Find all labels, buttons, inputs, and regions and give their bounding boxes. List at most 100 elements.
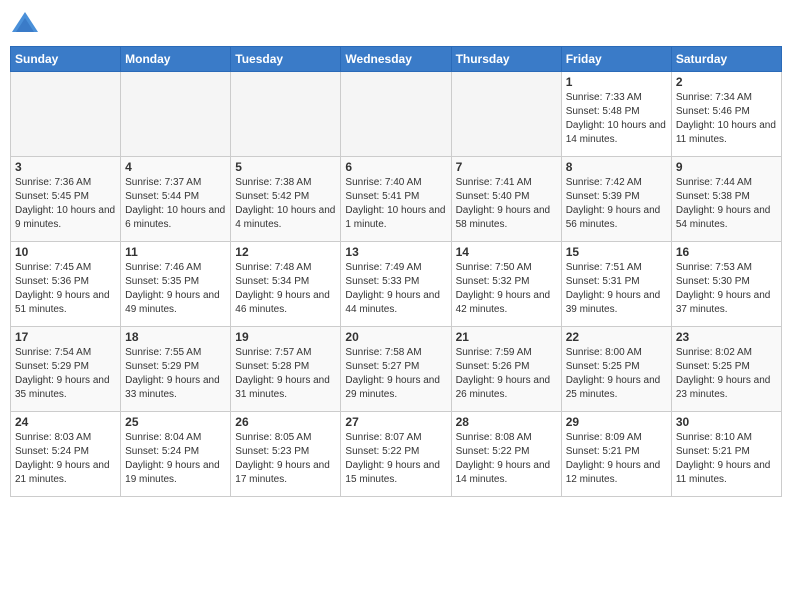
day-info: Sunrise: 8:02 AM Sunset: 5:25 PM Dayligh… bbox=[676, 346, 777, 402]
calendar-cell: 29Sunrise: 8:09 AM Sunset: 5:21 PM Dayli… bbox=[561, 412, 671, 497]
day-number: 19 bbox=[235, 330, 336, 344]
calendar-cell: 16Sunrise: 7:53 AM Sunset: 5:30 PM Dayli… bbox=[671, 242, 781, 327]
day-number: 17 bbox=[15, 330, 116, 344]
calendar-cell: 8 Sunrise: 7:42 AM Sunset: 5:39 PM Daylig… bbox=[561, 157, 671, 242]
calendar-cell: 13 Sunrise: 7:49 AM Sunset: 5:33 PM Dayli… bbox=[341, 242, 451, 327]
calendar-week-2: 3 Sunrise: 7:36 AM Sunset: 5:45 PM Daylig… bbox=[11, 157, 782, 242]
day-number: 25 bbox=[125, 415, 226, 429]
calendar-cell: 17 Sunrise: 7:54 AM Sunset: 5:29 PM Dayli… bbox=[11, 327, 121, 412]
day-number: 24 bbox=[15, 415, 116, 429]
calendar-cell: 26 Sunrise: 8:05 AM Sunset: 5:23 PM Dayli… bbox=[231, 412, 341, 497]
day-info: Sunrise: 7:33 AM Sunset: 5:48 PM Dayligh… bbox=[566, 91, 667, 147]
calendar-table: SundayMondayTuesdayWednesdayThursdayFrid… bbox=[10, 46, 782, 497]
day-info: Sunrise: 7:41 AM Sunset: 5:40 PM Dayligh… bbox=[456, 176, 557, 232]
day-number: 10 bbox=[15, 245, 116, 259]
calendar-week-4: 17 Sunrise: 7:54 AM Sunset: 5:29 PM Dayli… bbox=[11, 327, 782, 412]
calendar-cell: 27 Sunrise: 8:07 AM Sunset: 5:22 PM Dayli… bbox=[341, 412, 451, 497]
day-info: Sunrise: 8:08 AM Sunset: 5:22 PM Dayligh… bbox=[456, 431, 557, 487]
day-info: Sunrise: 8:10 AM Sunset: 5:21 PM Dayligh… bbox=[676, 431, 777, 487]
calendar-week-5: 24 Sunrise: 8:03 AM Sunset: 5:24 PM Dayli… bbox=[11, 412, 782, 497]
day-info: Sunrise: 7:40 AM Sunset: 5:41 PM Dayligh… bbox=[345, 176, 446, 232]
day-info: Sunrise: 7:34 AM Sunset: 5:46 PM Dayligh… bbox=[676, 91, 777, 147]
calendar-cell: 11 Sunrise: 7:46 AM Sunset: 5:35 PM Dayli… bbox=[121, 242, 231, 327]
calendar-cell bbox=[11, 72, 121, 157]
day-number: 7 bbox=[456, 160, 557, 174]
day-number: 22 bbox=[566, 330, 667, 344]
day-info: Sunrise: 8:03 AM Sunset: 5:24 PM Dayligh… bbox=[15, 431, 116, 487]
logo[interactable] bbox=[10, 10, 44, 40]
calendar-cell: 24 Sunrise: 8:03 AM Sunset: 5:24 PM Dayli… bbox=[11, 412, 121, 497]
day-number: 13 bbox=[345, 245, 446, 259]
day-number: 12 bbox=[235, 245, 336, 259]
calendar-cell: 2 Sunrise: 7:34 AM Sunset: 5:46 PM Daylig… bbox=[671, 72, 781, 157]
day-info: Sunrise: 7:54 AM Sunset: 5:29 PM Dayligh… bbox=[15, 346, 116, 402]
day-info: Sunrise: 7:44 AM Sunset: 5:38 PM Dayligh… bbox=[676, 176, 777, 232]
calendar-cell: 28 Sunrise: 8:08 AM Sunset: 5:22 PM Dayli… bbox=[451, 412, 561, 497]
weekday-header-thursday: Thursday bbox=[451, 47, 561, 72]
day-number: 5 bbox=[235, 160, 336, 174]
calendar-cell: 14Sunrise: 7:50 AM Sunset: 5:32 PM Dayli… bbox=[451, 242, 561, 327]
calendar-cell bbox=[231, 72, 341, 157]
day-info: Sunrise: 7:37 AM Sunset: 5:44 PM Dayligh… bbox=[125, 176, 226, 232]
day-number: 4 bbox=[125, 160, 226, 174]
calendar-cell: 1 Sunrise: 7:33 AM Sunset: 5:48 PM Daylig… bbox=[561, 72, 671, 157]
day-number: 9 bbox=[676, 160, 777, 174]
calendar-cell bbox=[341, 72, 451, 157]
day-info: Sunrise: 7:42 AM Sunset: 5:39 PM Dayligh… bbox=[566, 176, 667, 232]
day-info: Sunrise: 7:38 AM Sunset: 5:42 PM Dayligh… bbox=[235, 176, 336, 232]
calendar-cell: 19 Sunrise: 7:57 AM Sunset: 5:28 PM Dayli… bbox=[231, 327, 341, 412]
calendar-cell: 12 Sunrise: 7:48 AM Sunset: 5:34 PM Dayli… bbox=[231, 242, 341, 327]
weekday-header-friday: Friday bbox=[561, 47, 671, 72]
calendar-week-3: 10 Sunrise: 7:45 AM Sunset: 5:36 PM Dayli… bbox=[11, 242, 782, 327]
calendar-cell: 20Sunrise: 7:58 AM Sunset: 5:27 PM Dayli… bbox=[341, 327, 451, 412]
day-number: 23 bbox=[676, 330, 777, 344]
day-number: 15 bbox=[566, 245, 667, 259]
weekday-header-monday: Monday bbox=[121, 47, 231, 72]
day-info: Sunrise: 8:05 AM Sunset: 5:23 PM Dayligh… bbox=[235, 431, 336, 487]
day-number: 30 bbox=[676, 415, 777, 429]
calendar-cell: 22Sunrise: 8:00 AM Sunset: 5:25 PM Dayli… bbox=[561, 327, 671, 412]
day-number: 11 bbox=[125, 245, 226, 259]
logo-icon bbox=[10, 10, 40, 40]
day-number: 27 bbox=[345, 415, 446, 429]
weekday-header-saturday: Saturday bbox=[671, 47, 781, 72]
calendar-cell: 4 Sunrise: 7:37 AM Sunset: 5:44 PM Daylig… bbox=[121, 157, 231, 242]
day-number: 8 bbox=[566, 160, 667, 174]
calendar-cell: 30 Sunrise: 8:10 AM Sunset: 5:21 PM Dayli… bbox=[671, 412, 781, 497]
weekday-header-row: SundayMondayTuesdayWednesdayThursdayFrid… bbox=[11, 47, 782, 72]
day-info: Sunrise: 7:57 AM Sunset: 5:28 PM Dayligh… bbox=[235, 346, 336, 402]
day-number: 26 bbox=[235, 415, 336, 429]
day-info: Sunrise: 7:45 AM Sunset: 5:36 PM Dayligh… bbox=[15, 261, 116, 317]
weekday-header-wednesday: Wednesday bbox=[341, 47, 451, 72]
calendar-cell: 23 Sunrise: 8:02 AM Sunset: 5:25 PM Dayli… bbox=[671, 327, 781, 412]
calendar-cell: 18 Sunrise: 7:55 AM Sunset: 5:29 PM Dayli… bbox=[121, 327, 231, 412]
calendar-cell: 6 Sunrise: 7:40 AM Sunset: 5:41 PM Daylig… bbox=[341, 157, 451, 242]
day-info: Sunrise: 7:36 AM Sunset: 5:45 PM Dayligh… bbox=[15, 176, 116, 232]
day-info: Sunrise: 8:09 AM Sunset: 5:21 PM Dayligh… bbox=[566, 431, 667, 487]
calendar-cell bbox=[451, 72, 561, 157]
day-info: Sunrise: 8:04 AM Sunset: 5:24 PM Dayligh… bbox=[125, 431, 226, 487]
calendar-cell: 7 Sunrise: 7:41 AM Sunset: 5:40 PM Daylig… bbox=[451, 157, 561, 242]
calendar-cell: 25 Sunrise: 8:04 AM Sunset: 5:24 PM Dayli… bbox=[121, 412, 231, 497]
day-info: Sunrise: 7:48 AM Sunset: 5:34 PM Dayligh… bbox=[235, 261, 336, 317]
day-info: Sunrise: 7:51 AM Sunset: 5:31 PM Dayligh… bbox=[566, 261, 667, 317]
day-number: 6 bbox=[345, 160, 446, 174]
day-number: 3 bbox=[15, 160, 116, 174]
day-info: Sunrise: 7:50 AM Sunset: 5:32 PM Dayligh… bbox=[456, 261, 557, 317]
calendar-cell bbox=[121, 72, 231, 157]
day-info: Sunrise: 7:46 AM Sunset: 5:35 PM Dayligh… bbox=[125, 261, 226, 317]
day-info: Sunrise: 7:55 AM Sunset: 5:29 PM Dayligh… bbox=[125, 346, 226, 402]
day-info: Sunrise: 7:49 AM Sunset: 5:33 PM Dayligh… bbox=[345, 261, 446, 317]
page-header bbox=[10, 10, 782, 40]
day-info: Sunrise: 8:07 AM Sunset: 5:22 PM Dayligh… bbox=[345, 431, 446, 487]
day-number: 28 bbox=[456, 415, 557, 429]
day-number: 18 bbox=[125, 330, 226, 344]
day-number: 2 bbox=[676, 75, 777, 89]
calendar-cell: 5 Sunrise: 7:38 AM Sunset: 5:42 PM Daylig… bbox=[231, 157, 341, 242]
calendar-cell: 21Sunrise: 7:59 AM Sunset: 5:26 PM Dayli… bbox=[451, 327, 561, 412]
day-number: 1 bbox=[566, 75, 667, 89]
day-info: Sunrise: 7:53 AM Sunset: 5:30 PM Dayligh… bbox=[676, 261, 777, 317]
day-info: Sunrise: 7:58 AM Sunset: 5:27 PM Dayligh… bbox=[345, 346, 446, 402]
calendar-cell: 15 Sunrise: 7:51 AM Sunset: 5:31 PM Dayli… bbox=[561, 242, 671, 327]
day-number: 21 bbox=[456, 330, 557, 344]
